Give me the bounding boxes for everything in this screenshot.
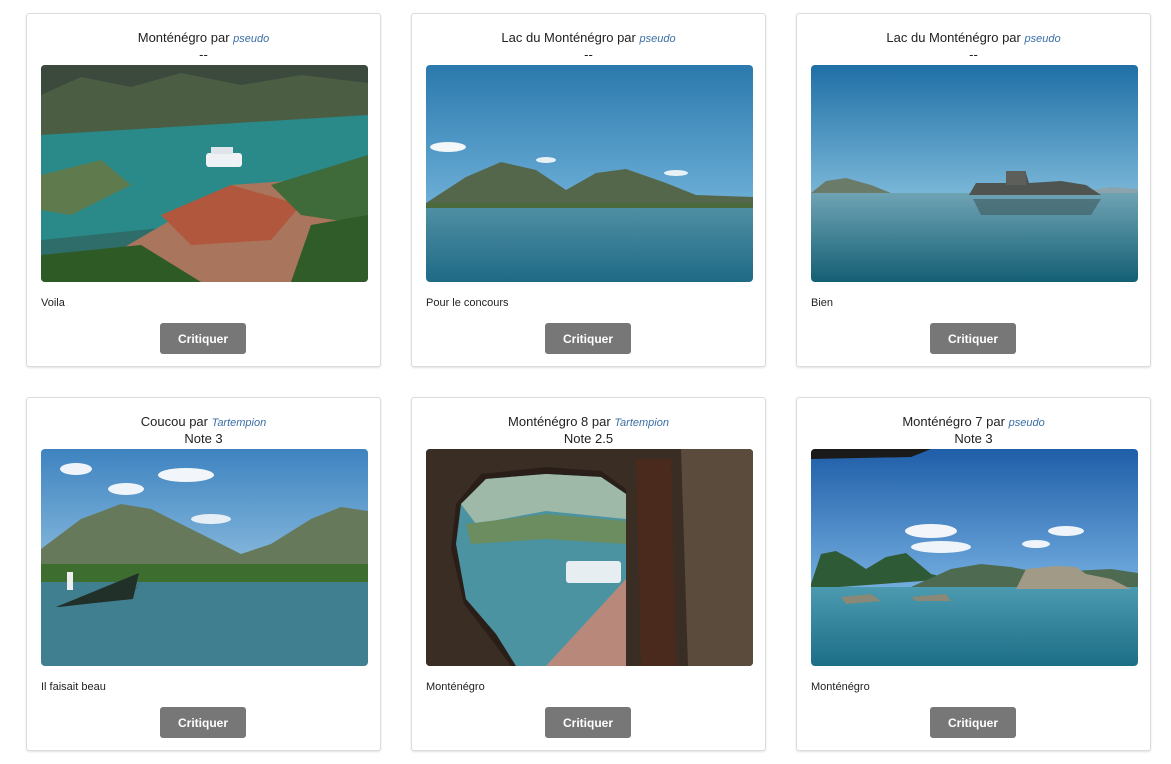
note-value: --	[969, 47, 978, 62]
note-value: Note 2.5	[563, 431, 614, 446]
author-link[interactable]: Tartempion	[614, 417, 669, 429]
author-link[interactable]: Tartempion	[212, 417, 267, 429]
photo-image[interactable]	[811, 65, 1138, 282]
photo-title: Coucou	[140, 414, 186, 429]
critiquer-button[interactable]: Critiquer	[545, 707, 631, 738]
critiquer-button[interactable]: Critiquer	[545, 323, 631, 354]
photo-title: Monténégro 7	[902, 414, 983, 429]
card-title: Monténégro 8 par Tartempion	[412, 414, 765, 431]
author-link[interactable]: pseudo	[1009, 417, 1045, 429]
card-title: Monténégro par pseudo	[27, 30, 380, 47]
note-value: Note 3	[954, 431, 993, 446]
par-label: par	[210, 30, 230, 45]
photo-caption: Il faisait beau	[41, 681, 106, 693]
card-title: Lac du Monténégro par pseudo	[412, 30, 765, 47]
photo-title: Lac du Monténégro	[501, 30, 614, 45]
photo-card: Lac du Monténégro par pseudo --	[796, 13, 1151, 367]
note-value: --	[199, 47, 208, 62]
card-title: Lac du Monténégro par pseudo	[797, 30, 1150, 47]
author-link[interactable]: pseudo	[233, 33, 269, 45]
photo-caption: Monténégro	[811, 681, 870, 693]
par-label: par	[1002, 30, 1021, 45]
critiquer-button[interactable]: Critiquer	[160, 323, 246, 354]
photo-card: Monténégro 8 par Tartempion Note 2.5 Mon…	[411, 397, 766, 751]
photo-title: Monténégro 8	[508, 414, 589, 429]
photo-image[interactable]	[811, 449, 1138, 666]
photo-card: Monténégro par pseudo -- Voila Critiquer	[26, 13, 381, 367]
photo-card: Coucou par Tartempion Note 3 Il faisait …	[26, 397, 381, 751]
photo-image[interactable]	[426, 449, 753, 666]
author-link[interactable]: pseudo	[1024, 33, 1060, 45]
par-label: par	[189, 414, 208, 429]
photo-image[interactable]	[426, 65, 753, 282]
photo-card: Monténégro 7 par pseudo Note 3 Monténégr…	[796, 397, 1151, 751]
critiquer-button[interactable]: Critiquer	[930, 707, 1016, 738]
note-value: Note 3	[184, 431, 223, 446]
card-title: Monténégro 7 par pseudo	[797, 414, 1150, 431]
photo-grid: Monténégro par pseudo -- Voila Critiquer…	[0, 0, 1171, 764]
photo-caption: Voila	[41, 297, 65, 309]
par-label: par	[617, 30, 636, 45]
par-label: par	[986, 414, 1005, 429]
photo-card: Lac du Monténégro par pseudo --	[411, 13, 766, 367]
photo-title: Lac du Monténégro	[886, 30, 999, 45]
author-link[interactable]: pseudo	[639, 33, 675, 45]
critiquer-button[interactable]: Critiquer	[930, 323, 1016, 354]
photo-caption: Pour le concours	[426, 297, 509, 309]
photo-image[interactable]	[41, 65, 368, 282]
photo-image[interactable]	[41, 449, 368, 666]
critiquer-button[interactable]: Critiquer	[160, 707, 246, 738]
note-value: --	[584, 47, 593, 62]
photo-caption: Bien	[811, 297, 834, 309]
par-label: par	[591, 414, 611, 429]
card-title: Coucou par Tartempion	[27, 414, 380, 431]
photo-title: Monténégro	[137, 30, 208, 45]
photo-caption: Monténégro	[426, 681, 485, 693]
